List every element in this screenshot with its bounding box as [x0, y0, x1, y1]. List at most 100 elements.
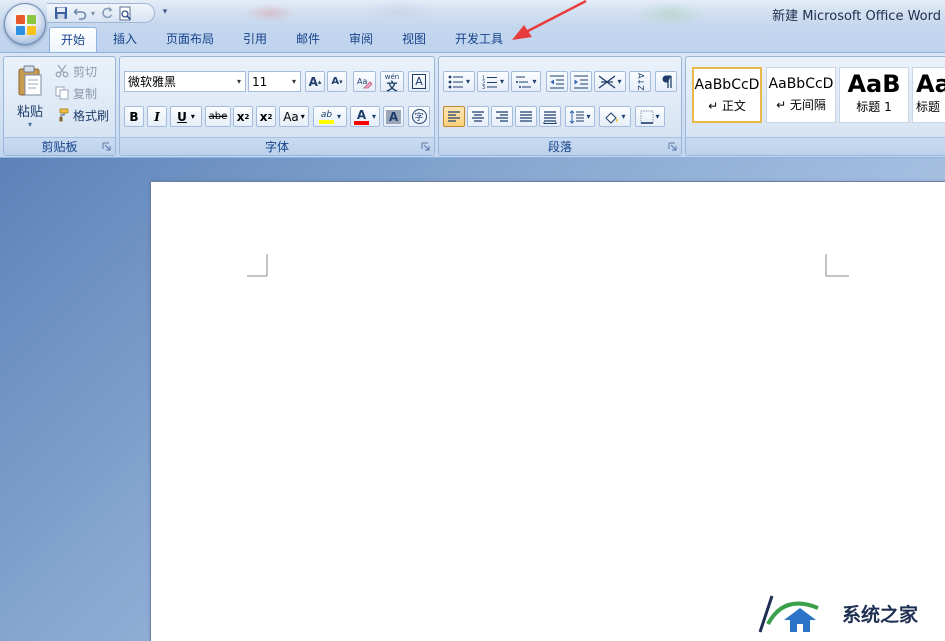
bullets-button[interactable]: ▾	[443, 71, 475, 92]
document-page[interactable]	[150, 181, 945, 641]
superscript-mark: 2	[267, 112, 273, 121]
title-bar-decoration	[150, 0, 790, 27]
line-spacing-icon	[570, 109, 585, 124]
paste-icon	[18, 65, 42, 96]
tab-references[interactable]: 引用	[233, 27, 277, 52]
italic-button[interactable]: I	[147, 106, 167, 127]
styles-group: AaBbCcD ↵ 正文 AaBbCcD ↵ 无间隔 AaB 标题 1 AaI …	[685, 56, 945, 156]
top-right-margin-mark	[825, 254, 849, 277]
show-marks-button[interactable]	[655, 71, 677, 92]
character-border-button[interactable]: A	[408, 71, 430, 92]
copy-icon	[55, 86, 69, 100]
style-title-name: 标题	[916, 100, 941, 114]
cut-button[interactable]: 剪切	[54, 61, 114, 81]
paste-dropdown-icon: ▾	[27, 120, 32, 129]
decrease-indent-button[interactable]	[546, 71, 568, 92]
shading-button[interactable]: ▾	[599, 106, 631, 127]
grow-font-label: A	[308, 74, 318, 89]
subscript-label: x	[236, 109, 245, 124]
font-size-combo[interactable]: 11 ▾	[248, 71, 301, 92]
paste-button[interactable]: 粘贴 ▾	[7, 59, 53, 135]
bold-button[interactable]: B	[124, 106, 144, 127]
shrink-font-button[interactable]: A ▾	[327, 71, 347, 92]
cut-label: 剪切	[73, 64, 98, 79]
chinese-layout-dropdown-icon: ▾	[617, 77, 622, 86]
multilevel-list-button[interactable]: ▾	[511, 71, 541, 92]
character-shading-label: A	[385, 109, 402, 124]
tab-insert[interactable]: 插入	[102, 27, 148, 52]
subscript-button[interactable]: x2	[233, 106, 253, 127]
copy-label: 复制	[73, 86, 98, 101]
font-name-dropdown-icon[interactable]: ▾	[233, 72, 245, 91]
enclose-characters-button[interactable]: 字	[408, 106, 430, 127]
style-heading-1[interactable]: AaB 标题 1	[839, 67, 909, 123]
change-case-dropdown-icon: ▾	[300, 112, 305, 121]
highlight-dropdown-icon: ▾	[336, 112, 341, 121]
tab-page-layout[interactable]: 页面布局	[158, 27, 222, 52]
redo-icon[interactable]	[98, 5, 115, 21]
line-spacing-button[interactable]: ▾	[565, 106, 595, 127]
clear-formatting-button[interactable]: Aa	[353, 71, 376, 92]
style-normal-name: ↵ 正文	[708, 99, 746, 113]
borders-button[interactable]: ▾	[635, 106, 665, 127]
font-color-button[interactable]: A ▾	[350, 106, 380, 127]
distribute-button[interactable]	[539, 106, 561, 127]
font-name-combo[interactable]: 微软雅黑 ▾	[124, 71, 246, 92]
character-shading-button[interactable]: A	[383, 106, 404, 127]
align-left-icon	[448, 110, 460, 122]
undo-dropdown-icon[interactable]: ▾	[90, 5, 96, 21]
shrink-font-label: A	[331, 76, 340, 87]
align-center-button[interactable]	[467, 106, 489, 127]
align-right-icon	[496, 110, 508, 122]
multilevel-list-icon	[516, 76, 532, 88]
chinese-layout-icon	[599, 74, 616, 89]
save-icon[interactable]	[52, 5, 69, 21]
increase-indent-button[interactable]	[570, 71, 592, 92]
phonetic-guide-button[interactable]: wén 文	[380, 71, 404, 92]
justify-button[interactable]	[515, 106, 537, 127]
paste-label: 粘贴	[16, 105, 43, 120]
tab-home[interactable]: 开始	[49, 27, 97, 53]
style-title[interactable]: AaI 标题	[912, 67, 945, 123]
superscript-button[interactable]: x2	[256, 106, 276, 127]
font-size-dropdown-icon[interactable]: ▾	[288, 72, 300, 91]
style-no-spacing[interactable]: AaBbCcD ↵ 无间隔	[766, 67, 836, 123]
paragraph-dialog-launcher-icon[interactable]	[668, 142, 678, 152]
tab-mailings[interactable]: 邮件	[286, 27, 330, 52]
align-right-button[interactable]	[491, 106, 513, 127]
undo-icon[interactable]	[71, 5, 88, 21]
align-left-button[interactable]	[443, 106, 465, 127]
tab-view[interactable]: 视图	[392, 27, 436, 52]
window-title: 新建 Microsoft Office Word	[772, 9, 941, 24]
underline-button[interactable]: U ▾	[170, 106, 202, 127]
style-no-spacing-name: ↵ 无间隔	[776, 98, 826, 112]
align-center-icon	[472, 110, 484, 122]
copy-button[interactable]: 复制	[54, 83, 114, 103]
sort-button[interactable]: A↓Z	[629, 71, 651, 92]
print-preview-icon[interactable]	[117, 5, 134, 21]
svg-text:Aa: Aa	[357, 77, 367, 86]
office-button[interactable]	[4, 3, 46, 45]
shrink-font-arrow-icon: ▾	[339, 77, 343, 86]
top-left-margin-mark	[247, 254, 268, 277]
strikethrough-button[interactable]: abe	[205, 106, 231, 127]
customize-dropdown-icon[interactable]: ▾	[160, 5, 170, 19]
change-case-label: Aa	[283, 109, 299, 124]
change-case-button[interactable]: Aa ▾	[279, 106, 309, 127]
site-watermark: 系统之家	[748, 585, 945, 641]
format-painter-button[interactable]: 格式刷	[54, 105, 116, 125]
multilevel-dropdown-icon: ▾	[532, 77, 537, 86]
underline-dropdown-icon: ▾	[190, 112, 195, 121]
grow-font-button[interactable]: A ▴	[305, 71, 325, 92]
chinese-layout-button[interactable]: ▾	[594, 71, 626, 92]
style-heading-1-name: 标题 1	[856, 100, 892, 114]
font-dialog-launcher-icon[interactable]	[421, 142, 431, 152]
style-normal[interactable]: AaBbCcD ↵ 正文	[692, 67, 762, 123]
font-color-swatch	[353, 120, 369, 125]
numbering-button[interactable]: 123 ▾	[477, 71, 509, 92]
clipboard-dialog-launcher-icon[interactable]	[102, 142, 112, 152]
format-painter-icon	[59, 108, 69, 122]
tab-review[interactable]: 审阅	[339, 27, 383, 52]
decrease-indent-icon	[550, 75, 564, 88]
text-highlight-button[interactable]: ab ▾	[313, 106, 347, 127]
